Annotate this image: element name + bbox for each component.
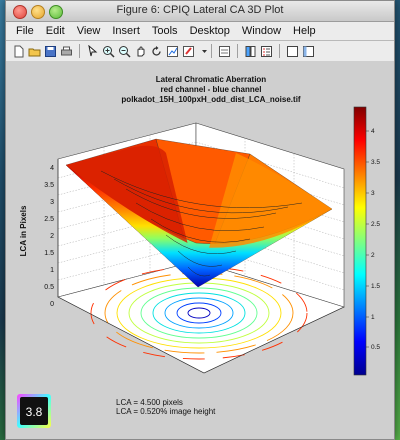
zoom-out-icon[interactable]: [118, 45, 131, 58]
colorbar-tick: 2.5: [371, 221, 380, 228]
menu-desktop[interactable]: Desktop: [184, 25, 236, 37]
menu-view[interactable]: View: [71, 25, 107, 37]
colorbar-tick: 3: [371, 190, 375, 197]
toolbar-separator: [279, 44, 280, 58]
open-file-icon[interactable]: [28, 45, 41, 58]
z-tick: 0: [50, 301, 54, 308]
save-icon[interactable]: [44, 45, 57, 58]
figure-window: Figure 6: CPIQ Lateral CA 3D Plot File E…: [5, 0, 395, 440]
colorbar-icon[interactable]: [244, 45, 257, 58]
menu-tools[interactable]: Tools: [146, 25, 184, 37]
colorbar-tick: 1: [371, 314, 375, 321]
menu-insert[interactable]: Insert: [106, 25, 146, 37]
brush-icon[interactable]: [182, 45, 195, 58]
zoom-in-icon[interactable]: [102, 45, 115, 58]
menu-edit[interactable]: Edit: [40, 25, 71, 37]
z-tick: 2: [50, 233, 54, 240]
logo-icon: 3.8: [17, 394, 51, 428]
pan-icon[interactable]: [134, 45, 147, 58]
z-tick-labels: 0 0.5 1 1.5 2 2.5 3 3.5 4: [44, 165, 54, 308]
colorbar-tick: 2: [371, 252, 375, 259]
z-tick: 1.5: [44, 250, 54, 257]
title-bar[interactable]: Figure 6: CPIQ Lateral CA 3D Plot: [6, 1, 394, 22]
z-tick: 0.5: [44, 284, 54, 291]
colorbar[interactable]: [353, 106, 367, 376]
figure-canvas[interactable]: Lateral Chromatic Aberration red channel…: [6, 61, 394, 439]
link-icon[interactable]: [218, 45, 231, 58]
toolbar-separator: [79, 44, 80, 58]
show-plot-tools-icon[interactable]: [302, 45, 315, 58]
z-tick: 4: [50, 165, 54, 172]
z-tick: 3: [50, 199, 54, 206]
figure-toolbar: [6, 41, 394, 62]
menu-file[interactable]: File: [10, 25, 40, 37]
menu-bar: File Edit View Insert Tools Desktop Wind…: [6, 22, 394, 41]
toolbar-separator: [211, 44, 212, 58]
menu-window[interactable]: Window: [236, 25, 287, 37]
hide-plot-tools-icon[interactable]: [286, 45, 299, 58]
colorbar-tick-labels: 0.5 1 1.5 2 2.5 3 3.5 4: [371, 128, 380, 351]
colorbar-tick: 1.5: [371, 283, 380, 290]
z-tick: 1: [50, 267, 54, 274]
colorbar-tick: 3.5: [371, 159, 380, 166]
print-icon[interactable]: [60, 45, 73, 58]
window-title: Figure 6: CPIQ Lateral CA 3D Plot: [116, 4, 284, 16]
colorbar-tick: 0.5: [371, 344, 380, 351]
z-tick: 2.5: [44, 216, 54, 223]
toolbar-separator: [237, 44, 238, 58]
app-logo: 3.8: [14, 391, 54, 431]
surface-plot[interactable]: 0 0.5 1 1.5 2 2.5 3 3.5 4 LCA in Pixels …: [6, 61, 394, 439]
z-tick: 3.5: [44, 182, 54, 189]
menu-help[interactable]: Help: [287, 25, 322, 37]
logo-text: 3.8: [26, 405, 43, 419]
pointer-icon[interactable]: [86, 44, 99, 58]
z-axis-label: LCA in Pixels: [19, 205, 28, 256]
chevron-down-icon[interactable]: [198, 45, 207, 58]
new-figure-icon[interactable]: [12, 45, 25, 58]
colorbar-ticks: [366, 130, 369, 348]
data-cursor-icon[interactable]: [166, 45, 179, 58]
colorbar-tick: 4: [371, 128, 375, 135]
lca-pixels-text: LCA = 4.500 pixels: [116, 398, 183, 407]
lca-percent-text: LCA = 0.520% image height: [116, 407, 216, 416]
legend-icon[interactable]: [260, 45, 273, 58]
rotate-icon[interactable]: [150, 45, 163, 58]
